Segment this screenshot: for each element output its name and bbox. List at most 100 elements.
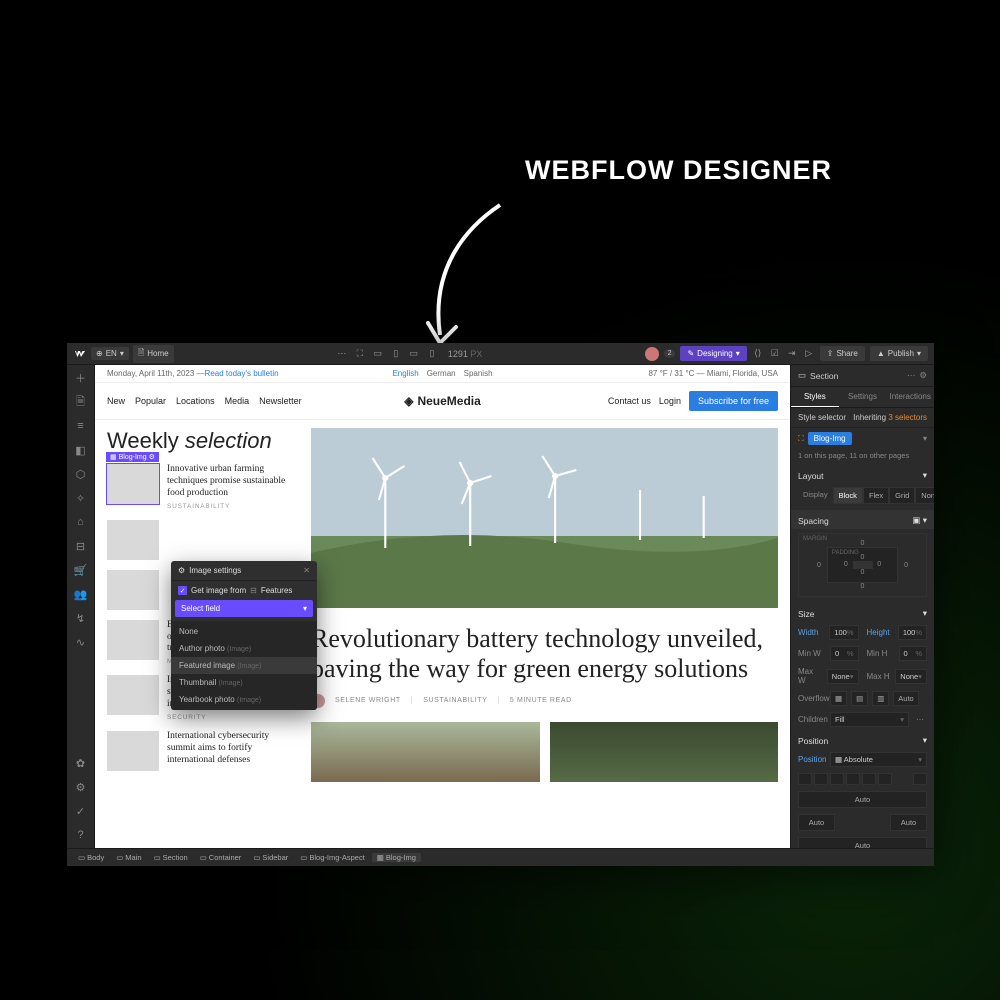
blog-img[interactable] <box>107 620 159 660</box>
option-author-photo[interactable]: Author photo (Image) <box>171 640 317 657</box>
blog-img[interactable] <box>107 675 159 715</box>
logic-icon[interactable]: ↯ <box>74 611 88 625</box>
gear-icon[interactable]: ⚙ <box>149 453 155 461</box>
position-select[interactable]: ▦ Absolute▾ <box>830 752 927 767</box>
list-item[interactable]: ▦Blog-Img⚙ Innovative urban farming tech… <box>107 464 297 510</box>
pos-bottom-auto[interactable]: Auto <box>798 837 927 848</box>
height-input[interactable]: 100% <box>898 625 927 640</box>
nav-new[interactable]: New <box>107 396 125 406</box>
nav-newsletter[interactable]: Newsletter <box>259 396 302 406</box>
subscribe-button[interactable]: Subscribe for free <box>689 391 778 411</box>
display-grid[interactable]: Grid <box>889 487 915 504</box>
width-input[interactable]: 100% <box>829 625 858 640</box>
audits-icon[interactable]: ∿ <box>74 635 88 649</box>
tab-interactions[interactable]: Interactions <box>886 387 934 407</box>
blog-img[interactable] <box>107 520 159 560</box>
inheriting-link[interactable]: 3 selectors <box>888 413 927 422</box>
code-icon[interactable]: ⟨⟩ <box>752 348 764 360</box>
field-select[interactable]: Select field▾ <box>175 600 313 617</box>
mobile-landscape-icon[interactable]: ▭ <box>408 348 420 360</box>
crumb-body[interactable]: ▭Body <box>73 853 109 862</box>
users-icon[interactable]: 👥 <box>74 587 88 601</box>
selection-tag[interactable]: ▦Blog-Img⚙ <box>106 452 159 462</box>
children-more-icon[interactable]: ⋯ <box>913 715 927 724</box>
pos-preset[interactable] <box>862 773 876 785</box>
nav-media[interactable]: Media <box>225 396 250 406</box>
minh-input[interactable]: 0% <box>899 646 928 661</box>
checkbox-icon[interactable]: ✓ <box>178 586 187 595</box>
close-icon[interactable]: ✕ <box>303 566 310 575</box>
lang-spanish[interactable]: Spanish <box>464 369 493 378</box>
styles-icon[interactable]: ✧ <box>74 491 88 505</box>
tab-styles[interactable]: Styles <box>791 387 839 407</box>
navigator-icon[interactable]: ≡ <box>74 419 88 433</box>
more-icon[interactable]: ⋯ <box>336 348 348 360</box>
publish-button[interactable]: ▲Publish▾ <box>870 346 928 361</box>
overflow-hidden[interactable]: ▤ <box>851 691 868 706</box>
minw-input[interactable]: 0% <box>830 646 859 661</box>
list-item[interactable] <box>107 520 297 560</box>
spacing-editor[interactable]: MARGIN 0 0 PADDING 0 00 0 0 0 <box>798 533 927 597</box>
login-link[interactable]: Login <box>659 396 681 406</box>
bulletin-link[interactable]: Read today's bulletin <box>205 369 279 378</box>
crumb-aspect[interactable]: ▭Blog-Img-Aspect <box>295 853 370 862</box>
ecommerce-icon[interactable]: 🛒 <box>74 563 88 577</box>
pos-preset[interactable] <box>830 773 844 785</box>
option-yearbook-photo[interactable]: Yearbook photo (Image) <box>171 691 317 708</box>
export-icon[interactable]: ⇥ <box>786 348 798 360</box>
chevron-down-icon[interactable]: ▾ <box>923 735 927 746</box>
share-button[interactable]: ⇪Share <box>820 346 865 361</box>
children-input[interactable]: Fill▾ <box>830 712 909 727</box>
apps-icon[interactable]: ✿ <box>74 756 88 770</box>
settings-icon[interactable]: ⚙ <box>74 780 88 794</box>
gallery-image[interactable] <box>311 722 540 782</box>
gallery-image[interactable] <box>550 722 779 782</box>
pos-preset[interactable] <box>913 773 927 785</box>
chevron-down-icon[interactable]: ▾ <box>923 515 927 525</box>
overflow-auto[interactable]: Auto <box>893 691 918 706</box>
crumb-blog-img[interactable]: ▦Blog-Img <box>372 853 421 862</box>
option-none[interactable]: None <box>171 623 317 640</box>
overflow-visible[interactable]: ▦ <box>830 691 847 706</box>
expand-icon[interactable]: ⛶ <box>354 348 366 360</box>
chevron-down-icon[interactable]: ▾ <box>923 434 927 443</box>
page-dropdown[interactable]: 🗎Home <box>133 345 174 363</box>
nav-locations[interactable]: Locations <box>176 396 215 406</box>
display-none[interactable]: None <box>915 487 934 504</box>
crumb-container[interactable]: ▭Container <box>195 853 247 862</box>
pos-right-auto[interactable]: Auto <box>890 814 927 831</box>
pos-preset[interactable] <box>878 773 892 785</box>
class-chip[interactable]: Blog-Img <box>808 432 852 445</box>
mobile-icon[interactable]: ▯ <box>426 348 438 360</box>
crumb-sidebar[interactable]: ▭Sidebar <box>248 853 293 862</box>
checkbox-icon[interactable]: ☑ <box>769 348 781 360</box>
avatar[interactable] <box>645 347 659 361</box>
breakpoint-icon[interactable]: ⛶ <box>798 434 804 444</box>
desktop-icon[interactable]: ▭ <box>372 348 384 360</box>
chevron-down-icon[interactable]: ▾ <box>923 608 927 619</box>
assets-icon[interactable]: ⌂ <box>74 515 88 529</box>
play-icon[interactable]: ▷ <box>803 348 815 360</box>
display-block[interactable]: Block <box>833 487 863 504</box>
lang-english[interactable]: English <box>392 369 418 378</box>
display-flex[interactable]: Flex <box>863 487 889 504</box>
blog-img-selected[interactable]: ▦Blog-Img⚙ <box>107 464 159 504</box>
option-thumbnail[interactable]: Thumbnail (Image) <box>171 674 317 691</box>
check-icon[interactable]: ✓ <box>74 804 88 818</box>
pos-preset[interactable] <box>814 773 828 785</box>
blog-img[interactable] <box>107 731 159 771</box>
brand-logo[interactable]: ◈NeueMedia <box>404 394 481 408</box>
pages-icon[interactable]: 🗎 <box>74 395 88 409</box>
crumb-main[interactable]: ▭Main <box>111 853 146 862</box>
pos-preset[interactable] <box>846 773 860 785</box>
lang-german[interactable]: German <box>427 369 456 378</box>
pos-top-auto[interactable]: Auto <box>798 791 927 808</box>
pos-preset[interactable] <box>798 773 812 785</box>
contact-link[interactable]: Contact us <box>608 396 651 406</box>
maxw-input[interactable]: None▾ <box>827 669 859 684</box>
webflow-logo-icon[interactable] <box>73 347 87 361</box>
spacing-lock-icon[interactable]: ▣ <box>912 515 920 525</box>
blog-img[interactable] <box>107 570 159 610</box>
panel-more-icon[interactable]: ⋯ <box>907 370 916 381</box>
add-element-icon[interactable]: ＋ <box>74 371 88 385</box>
